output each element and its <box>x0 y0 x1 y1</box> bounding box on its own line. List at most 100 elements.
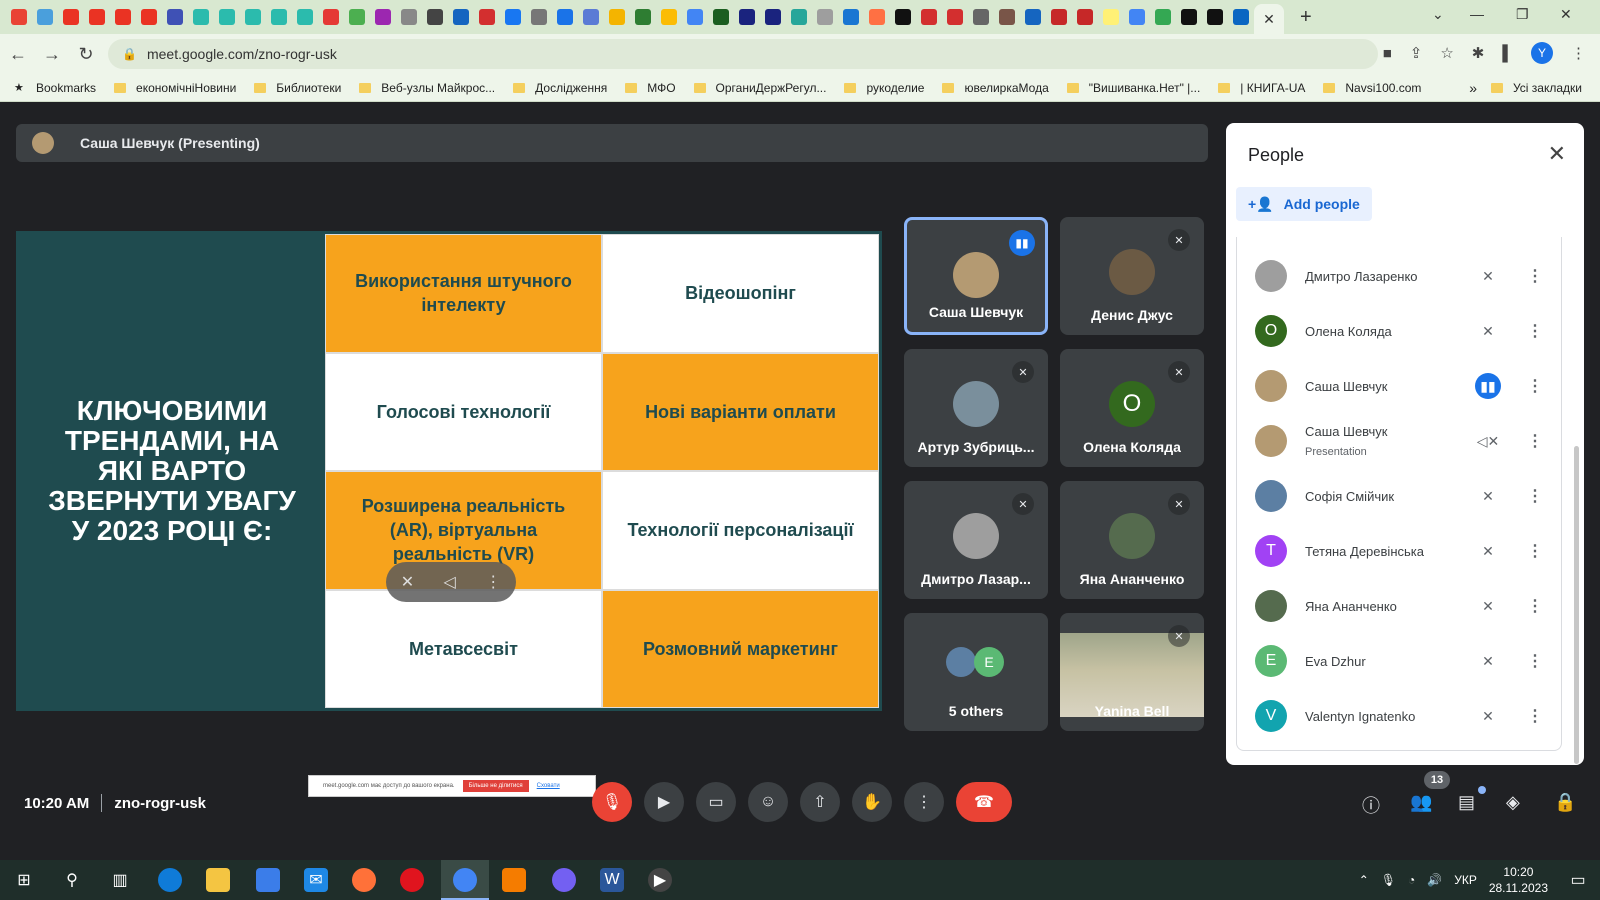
menu-icon[interactable]: ⋮ <box>1571 44 1586 62</box>
leave-call-button[interactable]: ☎ <box>956 782 1012 822</box>
tab-favicon[interactable] <box>401 9 417 25</box>
participant-tile[interactable]: ✕ Яна Ананченко <box>1060 481 1204 599</box>
more-options-icon[interactable]: ⋮ <box>1527 486 1543 506</box>
bookmark-item[interactable]: ОрганиДержРегул... <box>693 81 826 95</box>
language-indicator[interactable]: УКР <box>1454 873 1477 887</box>
store-icon[interactable] <box>256 868 280 892</box>
tab-favicon[interactable] <box>661 9 677 25</box>
search-icon[interactable]: ⚲ <box>60 868 84 892</box>
tab-favicon[interactable] <box>1051 9 1067 25</box>
tab-favicon[interactable] <box>895 9 911 25</box>
more-options-icon[interactable]: ⋮ <box>1527 266 1543 286</box>
bookmark-item[interactable]: Дослідження <box>513 81 607 95</box>
bookmark-item[interactable]: Веб-узлы Майкрос... <box>359 81 495 95</box>
profile-avatar[interactable]: Y <box>1531 42 1553 64</box>
more-options-button[interactable]: ⋮ <box>904 782 944 822</box>
participant-tile[interactable]: ✕ Денис Джус <box>1060 217 1204 335</box>
people-list-item[interactable]: Саша Шевчук ▮▮ ⋮ <box>1237 359 1561 413</box>
task-view-icon[interactable]: ▥ <box>108 868 132 892</box>
participant-tile[interactable]: O ✕ Олена Коляда <box>1060 349 1204 467</box>
bookmark-item[interactable]: | КНИГА-UA <box>1218 81 1305 95</box>
more-options-icon[interactable]: ⋮ <box>1527 321 1543 341</box>
tab-favicon[interactable] <box>531 9 547 25</box>
opera-icon[interactable] <box>400 868 424 892</box>
chevron-up-icon[interactable]: ⌃ <box>1359 873 1369 887</box>
participant-tile[interactable]: E 5 others <box>904 613 1048 731</box>
participant-tile[interactable]: ▮▮ Саша Шевчук <box>904 217 1048 335</box>
tab-favicon[interactable] <box>921 9 937 25</box>
people-list-item[interactable]: Дмитро Лазаренко ✕ ⋮ <box>1237 249 1561 303</box>
tab-favicon[interactable] <box>973 9 989 25</box>
volume-off-icon[interactable]: ◁ <box>444 572 456 592</box>
add-people-button[interactable]: +👤 Add people <box>1236 187 1372 221</box>
tab-favicon[interactable] <box>349 9 365 25</box>
bookmark-item[interactable]: економічніНовини <box>114 81 236 95</box>
address-bar[interactable]: 🔒 meet.google.com/zno-rogr-usk <box>108 39 1378 69</box>
bookmark-item[interactable]: Библиотеки <box>254 81 341 95</box>
people-scrollbar[interactable] <box>1574 446 1579 764</box>
tab-favicon[interactable] <box>999 9 1015 25</box>
more-options-icon[interactable]: ⋮ <box>1527 541 1543 561</box>
tab-favicon[interactable] <box>687 9 703 25</box>
tab-favicon[interactable] <box>115 9 131 25</box>
mic-off-icon[interactable]: ✕ <box>1475 483 1501 509</box>
reactions-button[interactable]: ☺ <box>748 782 788 822</box>
people-list-item[interactable]: Софія Смійчик ✕ ⋮ <box>1237 469 1561 523</box>
tab-favicon[interactable] <box>947 9 963 25</box>
forward-icon[interactable]: → <box>36 44 68 65</box>
tab-favicon[interactable] <box>193 9 209 25</box>
all-bookmarks[interactable]: Усі закладки <box>1490 81 1582 95</box>
tab-favicon[interactable] <box>635 9 651 25</box>
share-icon[interactable]: ⇪ <box>1410 44 1423 62</box>
mic-off-icon[interactable]: ✕ <box>1475 263 1501 289</box>
more-options-icon[interactable]: ⋮ <box>1527 706 1543 726</box>
close-icon[interactable]: ✕ <box>1548 141 1566 167</box>
wifi-icon[interactable]: ◔ <box>1408 873 1415 887</box>
app-icon[interactable] <box>502 868 526 892</box>
word-icon[interactable]: W <box>600 868 624 892</box>
mic-off-icon[interactable]: ✕ <box>1475 703 1501 729</box>
people-list-item[interactable]: T Тетяна Деревінська ✕ ⋮ <box>1237 524 1561 578</box>
bookmark-item[interactable]: МФО <box>625 81 676 95</box>
bookmark-item[interactable]: ювелиркаМода <box>942 81 1049 95</box>
reload-icon[interactable]: ↻ <box>70 44 102 65</box>
tab-favicon[interactable] <box>739 9 755 25</box>
mic-off-icon[interactable]: ✕ <box>1475 593 1501 619</box>
tab-favicon[interactable] <box>375 9 391 25</box>
tab-favicon[interactable] <box>505 9 521 25</box>
tab-favicon[interactable] <box>713 9 729 25</box>
more-options-icon[interactable]: ⋮ <box>485 572 501 592</box>
file-explorer-icon[interactable] <box>206 868 230 892</box>
tab-favicon[interactable] <box>11 9 27 25</box>
edge-icon[interactable] <box>158 868 182 892</box>
tab-favicon[interactable] <box>167 9 183 25</box>
tab-favicon[interactable] <box>1103 9 1119 25</box>
captions-button[interactable]: ▭ <box>696 782 736 822</box>
people-list-item[interactable]: E Eva Dzhur ✕ ⋮ <box>1237 634 1561 688</box>
more-options-icon[interactable]: ⋮ <box>1527 376 1543 396</box>
close-icon[interactable]: ✕ <box>1263 11 1275 28</box>
tab-favicon[interactable] <box>297 9 313 25</box>
people-list-item[interactable]: Яна Ананченко ✕ ⋮ <box>1237 579 1561 633</box>
chrome-icon[interactable] <box>453 868 477 892</box>
tab-favicon[interactable] <box>557 9 573 25</box>
tab-favicon[interactable] <box>219 9 235 25</box>
stop-sharing-button[interactable]: Більше не ділитися <box>462 780 529 792</box>
lock-icon[interactable]: 🔒 <box>122 47 137 61</box>
start-icon[interactable]: ⊞ <box>12 868 36 892</box>
speaking-icon[interactable]: ▮▮ <box>1475 373 1501 399</box>
tab-favicon[interactable] <box>89 9 105 25</box>
microphone-icon[interactable]: 🎙 <box>1381 873 1396 887</box>
bookmark-item[interactable]: "Вишиванка.Нет" |... <box>1066 81 1200 95</box>
tab-favicon[interactable] <box>1155 9 1171 25</box>
tab-favicon[interactable] <box>63 9 79 25</box>
raise-hand-button[interactable]: ✋ <box>852 782 892 822</box>
bookmark-item[interactable]: ★ Bookmarks <box>14 81 96 95</box>
mic-toggle-button[interactable]: 🎙 <box>592 782 632 822</box>
camera-icon[interactable]: ■ <box>1383 45 1392 62</box>
more-options-icon[interactable]: ⋮ <box>1527 596 1543 616</box>
people-list-item[interactable]: V Valentyn Ignatenko ✕ ⋮ <box>1237 689 1561 743</box>
tab-favicon[interactable] <box>323 9 339 25</box>
new-tab-button[interactable]: + <box>1300 6 1312 29</box>
volume-icon[interactable]: 🔊 <box>1427 873 1442 887</box>
